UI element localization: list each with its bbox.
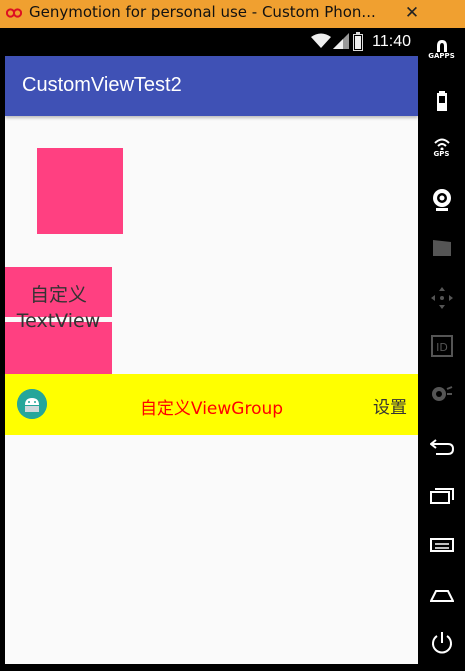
viewgroup-label: 自定义ViewGroup [139,399,284,419]
signal-icon [333,33,349,49]
settings-button[interactable]: 设置 [373,393,407,418]
id-label: ID [436,341,448,354]
custom-textview-text: 自定义TextView [16,284,101,332]
power-icon[interactable] [418,631,465,655]
battery-icon[interactable] [418,91,465,111]
status-bar: 11:40 [5,28,418,56]
menu-icon[interactable] [418,538,465,552]
close-icon[interactable]: ✕ [400,1,424,25]
wifi-icon [311,33,331,48]
dpad-icon[interactable] [418,287,465,309]
battery-icon [353,32,363,51]
recent-apps-icon[interactable] [418,488,465,504]
home-icon[interactable] [418,588,465,602]
custom-view-square [37,148,123,234]
window-titlebar: Genymotion for personal use - Custom Pho… [0,0,465,28]
gapps-label: GAPPS [428,52,455,60]
app-bar: CustomViewTest2 [5,56,418,116]
id-icon[interactable]: ID [418,335,465,357]
emulator-side-panel: GAPPS GPS ID [418,28,465,671]
camera-icon[interactable] [418,188,465,212]
back-icon[interactable] [418,438,465,456]
app-title: CustomViewTest2 [22,74,182,96]
video-icon[interactable] [418,240,465,256]
gps-icon[interactable]: GPS [418,138,465,158]
gps-label: GPS [433,150,450,158]
custom-viewgroup: 自定义ViewGroup 设置 [5,374,418,435]
volume-icon[interactable] [418,385,465,403]
genymotion-logo-icon [6,8,22,18]
window-title: Genymotion for personal use - Custom Pho… [29,3,376,21]
device-screen: 11:40 CustomViewTest2 自定义TextView 自定义Vie… [5,28,418,664]
gapps-icon[interactable]: GAPPS [418,40,465,60]
status-clock: 11:40 [372,33,411,50]
